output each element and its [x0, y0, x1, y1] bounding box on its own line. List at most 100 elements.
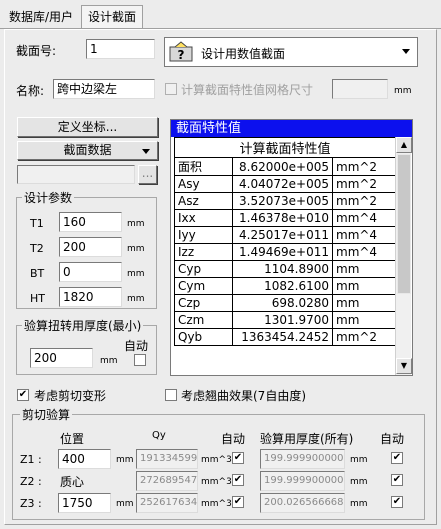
prop-name: 面积: [174, 157, 233, 176]
torsion-title: 验算扭转用厚度(最小): [22, 317, 144, 334]
z2-thickness-unit: mm: [350, 477, 368, 487]
prop-name: Cym: [174, 277, 233, 295]
col-auto-header: 自动: [221, 432, 246, 446]
col-thickness-header: 验算用厚度(所有): [260, 432, 354, 446]
col-position-header: 位置: [60, 432, 85, 446]
mesh-size-input[interactable]: [332, 79, 388, 99]
prop-unit: mm: [332, 260, 396, 278]
prop-name: Asy: [174, 175, 233, 193]
define-coords-button[interactable]: 定义坐标...: [17, 117, 158, 137]
properties-header-row: 计算截面特性值: [174, 137, 396, 158]
prop-unit: mm^2: [332, 192, 396, 210]
section-type-select[interactable]: ? 设计用数值截面: [164, 37, 418, 67]
col-auto2-header: 自动: [380, 432, 405, 446]
prop-name: Ixx: [174, 209, 233, 227]
scroll-thumb[interactable]: [397, 154, 411, 294]
properties-table: 计算截面特性值 面积 8.62000e+005 mm^2 Asy 4.04072e+0…: [174, 137, 396, 346]
design-params-title: 设计参数: [22, 189, 75, 206]
table-row[interactable]: 面积 8.62000e+005 mm^2: [174, 157, 396, 176]
z1-qy-unit: mm^3: [201, 455, 232, 465]
prop-value: 4.25017e+011: [232, 226, 333, 244]
z2-qy-input[interactable]: 272689547: [136, 471, 198, 491]
prop-value: 1104.8900: [232, 260, 333, 278]
section-data-label: 截面数据: [63, 143, 112, 157]
z2-qy-auto-checkbox[interactable]: ✔: [232, 474, 244, 486]
z1-qy-input[interactable]: 191334599: [136, 449, 198, 469]
scroll-down-arrow-icon[interactable]: ▼: [396, 358, 412, 374]
table-row[interactable]: Izz 1.49469e+011 mm^4: [174, 243, 396, 261]
t2-unit: mm: [127, 244, 145, 254]
table-row[interactable]: Cyp 1104.8900 mm: [174, 260, 396, 278]
shear-deform-label: 考虑剪切变形: [34, 389, 107, 403]
prop-unit: mm^2: [332, 175, 396, 193]
z3-position-input[interactable]: 1750: [58, 493, 111, 513]
warping-checkbox[interactable]: [165, 389, 177, 401]
table-row[interactable]: Asy 4.04072e+005 mm^2: [174, 175, 396, 193]
z3-thickness-auto-checkbox[interactable]: ✔: [391, 496, 403, 508]
z3-thickness-input[interactable]: 200.026566668: [260, 493, 345, 513]
torsion-thickness-input[interactable]: 200: [30, 348, 93, 368]
chevron-down-icon: [402, 49, 410, 54]
name-input[interactable]: 跨中边梁左: [53, 79, 155, 99]
torsion-auto-checkbox[interactable]: [134, 354, 146, 366]
prop-value: 4.04072e+005: [232, 175, 333, 193]
table-row[interactable]: Cym 1082.6100 mm: [174, 277, 396, 295]
z2-label: Z2 :: [20, 475, 42, 488]
t2-label: T2: [30, 242, 44, 255]
z2-thickness-auto-checkbox[interactable]: ✔: [391, 474, 403, 486]
properties-header: 计算截面特性值: [174, 137, 396, 158]
z3-thickness-unit: mm: [350, 499, 368, 509]
warping-label: 考虑翘曲效果(7自由度): [181, 389, 306, 403]
prop-unit: mm: [332, 294, 396, 312]
table-row[interactable]: Asz 3.52073e+005 mm^2: [174, 192, 396, 210]
prop-name: Cyp: [174, 260, 233, 278]
prop-unit: mm^2: [332, 328, 396, 346]
prop-unit: mm^4: [332, 226, 396, 244]
prop-unit: mm^2: [332, 157, 396, 176]
browse-button[interactable]: ...: [138, 165, 157, 184]
shear-check-title: 剪切验算: [20, 406, 73, 423]
section-properties-grid: 截面特性值 计算截面特性值 面积 8.62000e+005 mm^2 Asy 4.04…: [170, 119, 413, 376]
z1-qy-auto-checkbox[interactable]: ✔: [232, 452, 244, 464]
prop-name: Izz: [174, 243, 233, 261]
z1-thickness-input[interactable]: 199.999900000: [260, 449, 345, 469]
tab-design-section[interactable]: 设计截面: [81, 5, 144, 29]
z1-thickness-auto-checkbox[interactable]: ✔: [391, 452, 403, 464]
z2-thickness-input[interactable]: 199.999900000: [260, 471, 345, 491]
properties-scrollbar[interactable]: ▲ ▼: [395, 137, 412, 375]
scroll-up-arrow-icon[interactable]: ▲: [396, 137, 412, 153]
mesh-size-checkbox[interactable]: [165, 83, 177, 95]
prop-unit: mm^4: [332, 209, 396, 227]
z3-label: Z3 :: [20, 497, 42, 510]
table-row[interactable]: Qyb 1363454.2452 mm^2: [174, 328, 396, 346]
z1-label: Z1 :: [20, 453, 42, 466]
z1-position-input[interactable]: 400: [58, 449, 111, 469]
z3-qy-auto-checkbox[interactable]: ✔: [232, 496, 244, 508]
table-row[interactable]: Iyy 4.25017e+011 mm^4: [174, 226, 396, 244]
z3-qy-input[interactable]: 252617634: [136, 493, 198, 513]
section-data-button[interactable]: 截面数据: [17, 141, 158, 160]
prop-value: 1363454.2452: [232, 328, 333, 346]
table-row[interactable]: Czm 1301.9700 mm: [174, 311, 396, 329]
prop-name: Asz: [174, 192, 233, 210]
shear-deform-checkbox[interactable]: ✔: [17, 389, 29, 401]
col-qy-header: Qy: [152, 430, 166, 441]
section-no-label: 截面号:: [16, 44, 57, 58]
prop-name: Qyb: [174, 328, 233, 346]
tab-database-user[interactable]: 数据库/用户: [3, 6, 79, 28]
z1-position-unit: mm: [116, 455, 134, 465]
t1-input[interactable]: 160: [59, 212, 122, 232]
prop-name: Czm: [174, 311, 233, 329]
section-no-input[interactable]: 1: [86, 39, 155, 59]
mesh-size-unit: mm: [394, 86, 412, 96]
z3-qy-unit: mm^3: [201, 499, 232, 509]
t2-input[interactable]: 200: [59, 237, 122, 257]
bt-input[interactable]: 0: [59, 262, 122, 282]
section-file-input[interactable]: [17, 165, 135, 184]
ht-input[interactable]: 1820: [59, 287, 122, 307]
prop-value: 8.62000e+005: [232, 157, 333, 176]
table-row[interactable]: Czp 698.0280 mm: [174, 294, 396, 312]
prop-value: 698.0280: [232, 294, 333, 312]
prop-value: 1082.6100: [232, 277, 333, 295]
table-row[interactable]: Ixx 1.46378e+010 mm^4: [174, 209, 396, 227]
